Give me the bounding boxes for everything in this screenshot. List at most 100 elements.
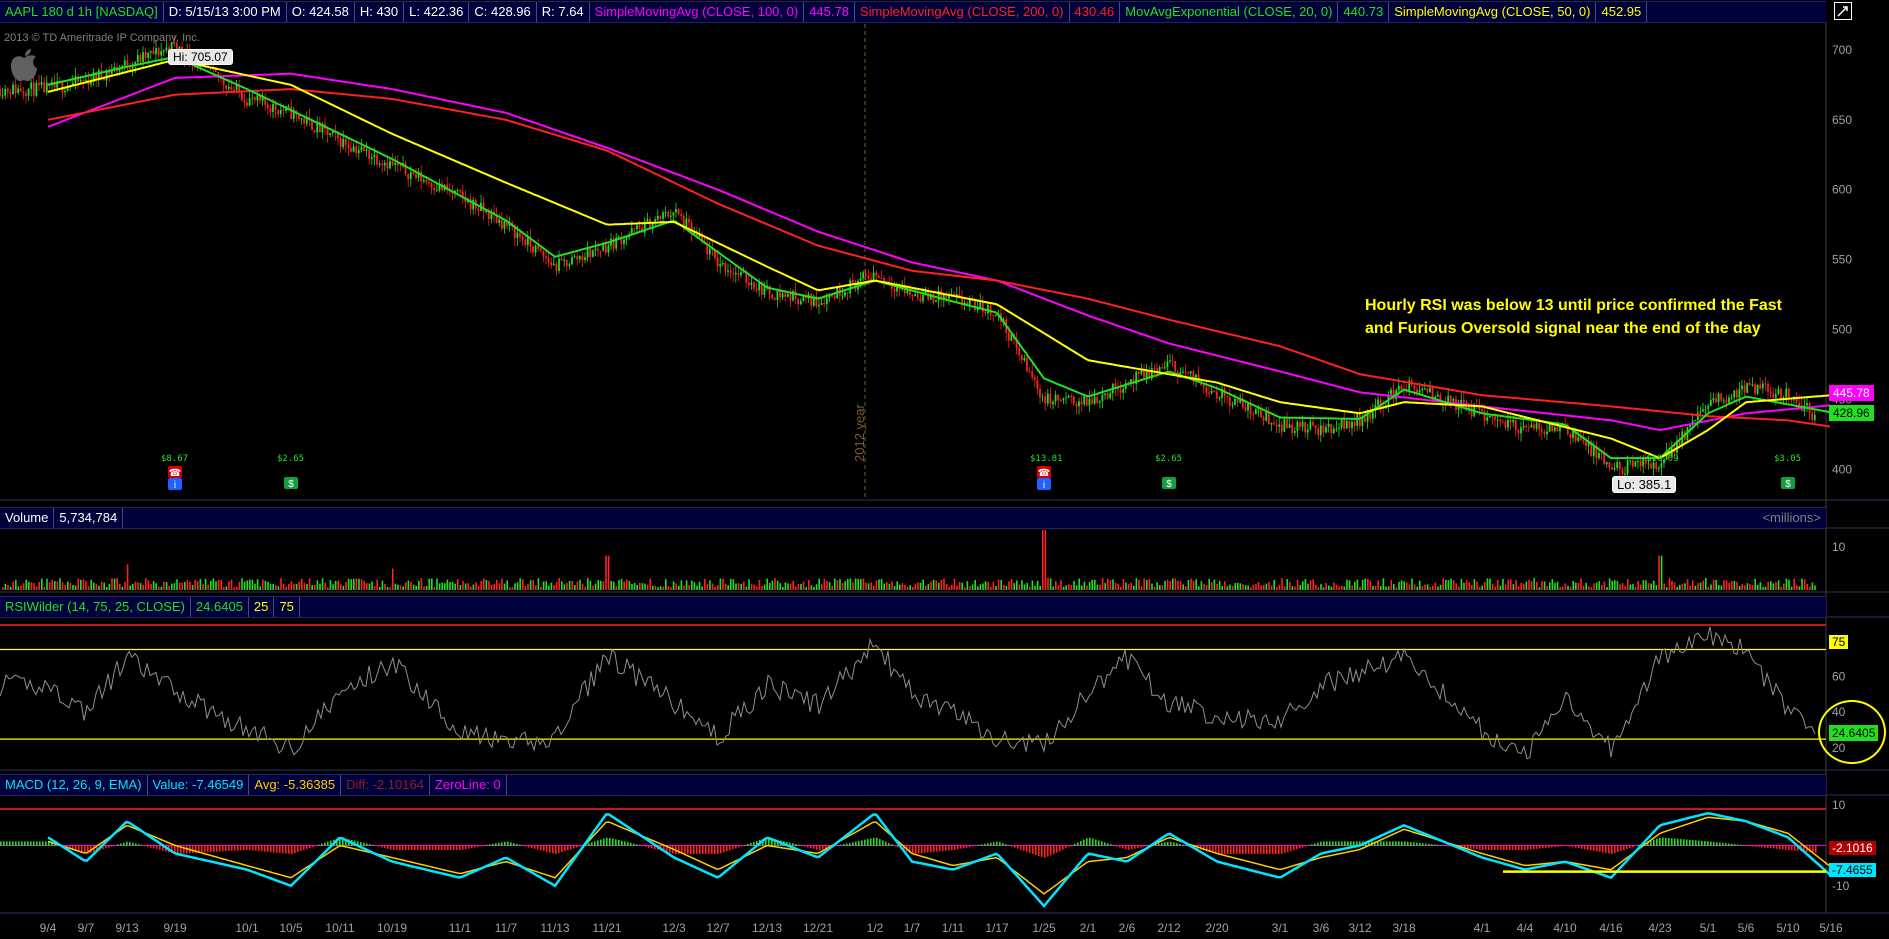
price-candle <box>1221 385 1223 406</box>
volume-bar <box>722 578 724 590</box>
x-axis-tick: 10/19 <box>377 921 407 935</box>
study-ma200-label[interactable]: SimpleMovingAvg (CLOSE, 200, 0) <box>855 2 1070 22</box>
macd-histogram-bar <box>423 845 425 850</box>
volume-bar <box>888 583 891 590</box>
price-candle <box>724 261 727 277</box>
volume-bar <box>971 584 974 590</box>
volume-bar <box>314 584 316 590</box>
study-ma50-label[interactable]: SimpleMovingAvg (CLOSE, 50, 0) <box>1389 2 1597 22</box>
volume-bar <box>1559 586 1561 590</box>
price-candle <box>1715 392 1717 404</box>
volume-bar <box>1239 583 1242 590</box>
volume-bar <box>935 580 937 590</box>
volume-label[interactable]: Volume <box>0 508 55 528</box>
macd-histogram-bar <box>1410 842 1412 846</box>
macd-label[interactable]: MACD (12, 26, 9, EMA) <box>0 775 148 795</box>
volume-bar <box>353 578 355 590</box>
volume-bar <box>464 583 467 590</box>
volume-bar <box>1738 585 1741 590</box>
macd-histogram-bar <box>300 845 302 852</box>
volume-bar <box>605 555 607 590</box>
macd-histogram-bar <box>912 845 914 854</box>
volume-bar <box>1198 586 1200 590</box>
price-candle <box>558 250 560 274</box>
volume-bar <box>1749 583 1751 590</box>
macd-histogram-bar <box>1530 845 1532 850</box>
price-candle <box>365 142 368 157</box>
price-candle <box>1145 364 1148 385</box>
volume-bar <box>522 579 524 590</box>
macd-histogram-bar <box>1713 841 1715 846</box>
volume-bar <box>1343 586 1346 590</box>
price-axis-tick: 600 <box>1832 183 1852 197</box>
macd-histogram-bar <box>1050 845 1052 856</box>
price-candle <box>394 155 397 172</box>
macd-histogram-bar <box>993 842 995 846</box>
price-chart-canvas[interactable]: 400450500550600650700$8.67☎i$2.65$$13.81… <box>0 0 1889 939</box>
macd-histogram-bar <box>807 845 809 848</box>
volume-bar <box>35 586 38 590</box>
macd-histogram-bar <box>753 841 755 846</box>
x-axis-tick: 9/19 <box>163 921 187 935</box>
price-candle <box>1741 379 1743 395</box>
volume-bar <box>64 584 66 590</box>
symbol-label[interactable]: AAPL 180 d 1h [NASDAQ] <box>0 2 164 22</box>
price-candle <box>266 101 269 115</box>
volume-bar <box>870 582 872 590</box>
macd-histogram-bar <box>1239 845 1241 854</box>
macd-histogram-bar <box>366 843 368 846</box>
study-ma100-label[interactable]: SimpleMovingAvg (CLOSE, 100, 0) <box>590 2 805 22</box>
volume-bar <box>1231 585 1234 590</box>
volume-bar <box>277 586 280 590</box>
volume-bar <box>1034 586 1036 590</box>
volume-bar <box>1369 580 1372 590</box>
macd-histogram-bar <box>732 845 734 850</box>
price-candle <box>1275 419 1278 434</box>
price-candle <box>820 298 823 306</box>
volume-bar <box>1757 584 1759 590</box>
volume-bar <box>93 582 95 590</box>
study-ema20-label[interactable]: MovAvgExponential (CLOSE, 20, 0) <box>1120 2 1339 22</box>
macd-histogram-bar <box>1173 842 1175 846</box>
price-candle <box>1067 394 1070 399</box>
settings-icon[interactable] <box>1834 2 1852 20</box>
macd-histogram-bar <box>288 845 290 854</box>
price-candle <box>620 231 623 251</box>
volume-bar <box>709 580 711 590</box>
volume-bar <box>1614 580 1616 590</box>
macd-histogram-bar <box>285 845 287 854</box>
volume-bar <box>511 587 514 590</box>
price-candle <box>1231 401 1234 409</box>
volume-bar <box>181 582 183 590</box>
copyright-text: 2013 © TD Ameritrade IP Company, Inc. <box>4 32 200 44</box>
price-candle <box>524 236 527 248</box>
price-candle <box>563 256 566 267</box>
volume-bar <box>423 586 425 590</box>
macd-histogram-bar <box>495 843 497 846</box>
volume-bar <box>748 579 750 590</box>
volume-bar <box>1400 580 1403 590</box>
macd-histogram-bar <box>315 845 317 847</box>
macd-histogram-bar <box>1254 845 1256 854</box>
price-candle <box>0 85 1 99</box>
x-axis-tick: 9/4 <box>40 921 57 935</box>
volume-bar <box>620 578 623 590</box>
rsi-label[interactable]: RSIWilder (14, 75, 25, CLOSE) <box>0 597 191 617</box>
volume-bar <box>191 584 194 590</box>
event-value-label: $10.09 <box>1646 454 1679 464</box>
volume-bar <box>129 585 131 590</box>
price-candle <box>815 290 818 309</box>
volume-bar <box>386 586 389 590</box>
volume-bar <box>61 582 64 590</box>
price-candle <box>407 173 410 187</box>
rsi-highlight-circle <box>1818 700 1886 764</box>
x-axis-tick: 5/1 <box>1700 921 1717 935</box>
macd-histogram-bar <box>1572 845 1574 848</box>
macd-histogram-bar <box>1293 845 1295 851</box>
macd-histogram-bar <box>891 844 893 846</box>
macd-histogram-bar <box>1602 845 1604 853</box>
macd-histogram-bar <box>1092 838 1094 846</box>
macd-histogram-bar <box>942 845 944 852</box>
volume-bar <box>1104 583 1106 590</box>
volume-bar <box>628 581 631 590</box>
